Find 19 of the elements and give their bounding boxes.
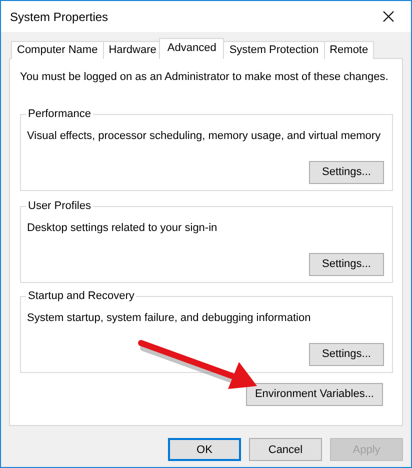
group-title: Performance: [26, 106, 93, 120]
group-description: Visual effects, processor scheduling, memory usage, and virtual memory: [27, 128, 382, 144]
dialog-button[interactable]: Cancel: [249, 438, 322, 461]
tab[interactable]: Computer Name: [11, 41, 104, 59]
tab[interactable]: Remote: [324, 41, 374, 59]
settings-button[interactable]: Settings...: [309, 252, 384, 276]
tab[interactable]: Advanced: [159, 38, 224, 59]
close-icon: [382, 11, 394, 22]
dialog-button[interactable]: OK: [168, 438, 241, 461]
environment-variables-button[interactable]: Environment Variables...: [246, 382, 383, 406]
group-description: System startup, system failure, and debugging information: [27, 310, 312, 326]
group-title: User Profiles: [26, 198, 93, 212]
notice-text: You must be logged on as an Administrator to make most of these changes.: [20, 70, 390, 85]
group-title: Startup and Recovery: [26, 288, 136, 302]
window-title: System Properties: [10, 8, 108, 26]
group-description: Desktop settings related to your sign-in: [27, 220, 218, 236]
settings-button[interactable]: Settings...: [309, 342, 384, 366]
settings-button[interactable]: Settings...: [309, 160, 384, 184]
tab[interactable]: System Protection: [223, 41, 325, 59]
